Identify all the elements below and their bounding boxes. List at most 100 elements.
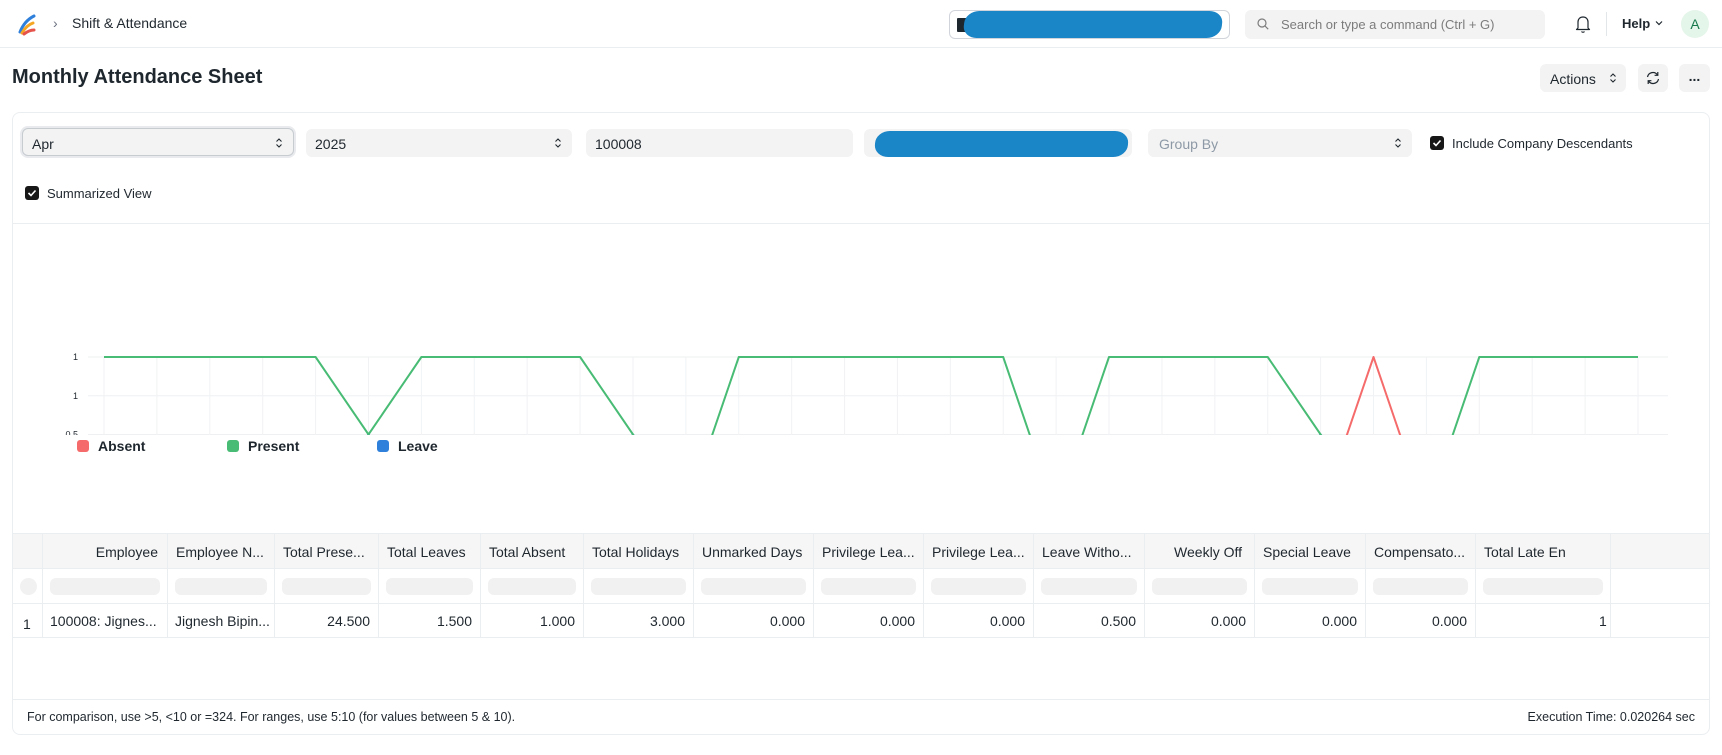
column-header[interactable]: Weekly Off <box>1145 534 1255 568</box>
breadcrumb[interactable]: Shift & Attendance <box>72 15 187 31</box>
group-by-select[interactable]: Group By <box>1148 129 1412 157</box>
summarized-view-checkbox[interactable] <box>25 186 39 200</box>
column-filter-input[interactable] <box>43 569 168 603</box>
employee-field[interactable]: 100008 <box>586 129 853 157</box>
filter-placeholder <box>50 578 160 595</box>
table-cell[interactable]: 0.000 <box>1366 604 1476 637</box>
chevron-right-icon: › <box>53 15 58 31</box>
table-cell[interactable]: 1.000 <box>481 604 584 637</box>
column-filter-input[interactable] <box>694 569 814 603</box>
table-cell[interactable]: 0.000 <box>924 604 1034 637</box>
table-cell[interactable]: 0.000 <box>814 604 924 637</box>
notification-bell-icon[interactable] <box>1574 14 1592 34</box>
column-header[interactable]: Total Holidays <box>584 534 694 568</box>
filter-hint: For comparison, use >5, <10 or =324. For… <box>27 710 516 724</box>
chevron-down-icon[interactable] <box>1654 18 1664 28</box>
cell-value: 0.000 <box>1431 613 1467 629</box>
column-filter-input[interactable] <box>1476 569 1611 603</box>
column-filter-input[interactable] <box>168 569 275 603</box>
summarized-view-label[interactable]: Summarized View <box>47 186 152 201</box>
filter-placeholder <box>931 578 1026 595</box>
column-header-label: Leave Witho... <box>1042 544 1132 560</box>
legend-swatch <box>77 440 89 452</box>
more-options-button[interactable]: ... <box>1679 64 1710 92</box>
include-descendants-checkbox[interactable] <box>1430 136 1444 150</box>
table-cell[interactable]: 0.500 <box>1034 604 1145 637</box>
filter-placeholder <box>386 578 473 595</box>
table-cell[interactable]: 0.000 <box>694 604 814 637</box>
app-logo-icon[interactable] <box>16 12 38 36</box>
chevron-updown-icon <box>555 138 561 148</box>
include-descendants-label[interactable]: Include Company Descendants <box>1452 136 1633 151</box>
table-cell[interactable]: Jignesh Bipin... <box>168 604 275 637</box>
column-header[interactable]: Leave Witho... <box>1034 534 1145 568</box>
month-select[interactable]: Apr <box>22 128 294 156</box>
column-header[interactable]: Unmarked Days <box>694 534 814 568</box>
column-header-label: Total Late En <box>1484 544 1566 560</box>
column-filter-input[interactable] <box>379 569 481 603</box>
column-filter-input[interactable] <box>481 569 584 603</box>
user-avatar[interactable]: A <box>1681 10 1709 38</box>
cell-value: 100008: Jignes... <box>50 613 157 629</box>
help-menu[interactable]: Help <box>1622 16 1650 31</box>
column-header[interactable]: Special Leave <box>1255 534 1366 568</box>
table-cell[interactable]: 1 <box>1476 604 1611 637</box>
column-header[interactable]: Total Leaves <box>379 534 481 568</box>
legend-swatch <box>227 440 239 452</box>
column-header[interactable]: Total Late En <box>1476 534 1611 568</box>
filter-placeholder <box>1262 578 1358 595</box>
month-value: Apr <box>32 136 54 152</box>
column-header-label: Total Prese... <box>283 544 365 560</box>
select-all-cell[interactable] <box>13 569 43 603</box>
row-index-header[interactable] <box>13 534 43 568</box>
column-filter-input[interactable] <box>1145 569 1255 603</box>
column-filter-input[interactable] <box>924 569 1034 603</box>
y-tick-label: 0.5 <box>65 430 78 436</box>
table-cell[interactable]: 24.500 <box>275 604 379 637</box>
filter-placeholder <box>282 578 371 595</box>
select-all-placeholder <box>20 578 37 595</box>
column-header[interactable]: Employee <box>43 534 168 568</box>
page-title: Monthly Attendance Sheet <box>12 66 263 88</box>
checkmark-icon <box>27 189 37 197</box>
table-cell[interactable]: 0.000 <box>1255 604 1366 637</box>
table-cell[interactable]: 100008: Jignes... <box>43 604 168 637</box>
cell-value: 1.500 <box>436 613 472 629</box>
table-cell[interactable]: 0.000 <box>1145 604 1255 637</box>
column-filter-input[interactable] <box>1255 569 1366 603</box>
company-selector[interactable] <box>949 10 1230 39</box>
column-filter-input[interactable] <box>1366 569 1476 603</box>
actions-button[interactable]: Actions <box>1540 64 1626 92</box>
legend-swatch <box>377 440 389 452</box>
redaction-mark <box>874 131 1129 157</box>
column-header[interactable]: Compensato... <box>1366 534 1476 568</box>
column-filter-input[interactable] <box>275 569 379 603</box>
column-header[interactable]: Total Prese... <box>275 534 379 568</box>
table-row[interactable]: 1 100008: Jignes... Jignesh Bipin... 24.500… <box>13 604 1709 638</box>
column-header[interactable]: Privilege Lea... <box>924 534 1034 568</box>
command-search-input[interactable]: Search or type a command (Ctrl + G) <box>1245 10 1545 39</box>
column-filter-input[interactable] <box>584 569 694 603</box>
filter-placeholder <box>1373 578 1468 595</box>
column-filter-input[interactable] <box>814 569 924 603</box>
company-field[interactable] <box>864 129 1132 157</box>
cell-value: 0.500 <box>1100 613 1136 629</box>
column-header[interactable]: Total Absent <box>481 534 584 568</box>
column-header[interactable]: Employee N... <box>168 534 275 568</box>
year-select[interactable]: 2025 <box>306 129 572 157</box>
redaction-mark <box>962 11 1224 38</box>
cell-value: 3.000 <box>649 613 685 629</box>
chevron-updown-icon <box>1395 138 1401 148</box>
table-cell[interactable]: 3.000 <box>584 604 694 637</box>
column-header-label: Employee N... <box>176 544 264 560</box>
column-header[interactable]: Privilege Lea... <box>814 534 924 568</box>
refresh-button[interactable] <box>1638 64 1668 92</box>
row-index-cell[interactable]: 1 <box>13 604 43 637</box>
chevron-updown-icon <box>276 138 282 148</box>
cell-value: Jignesh Bipin... <box>175 613 270 629</box>
table-cell[interactable]: 1.500 <box>379 604 481 637</box>
cell-value: 1.000 <box>539 613 575 629</box>
column-filter-input[interactable] <box>1034 569 1145 603</box>
filter-placeholder <box>821 578 916 595</box>
column-header-label: Privilege Lea... <box>932 544 1025 560</box>
